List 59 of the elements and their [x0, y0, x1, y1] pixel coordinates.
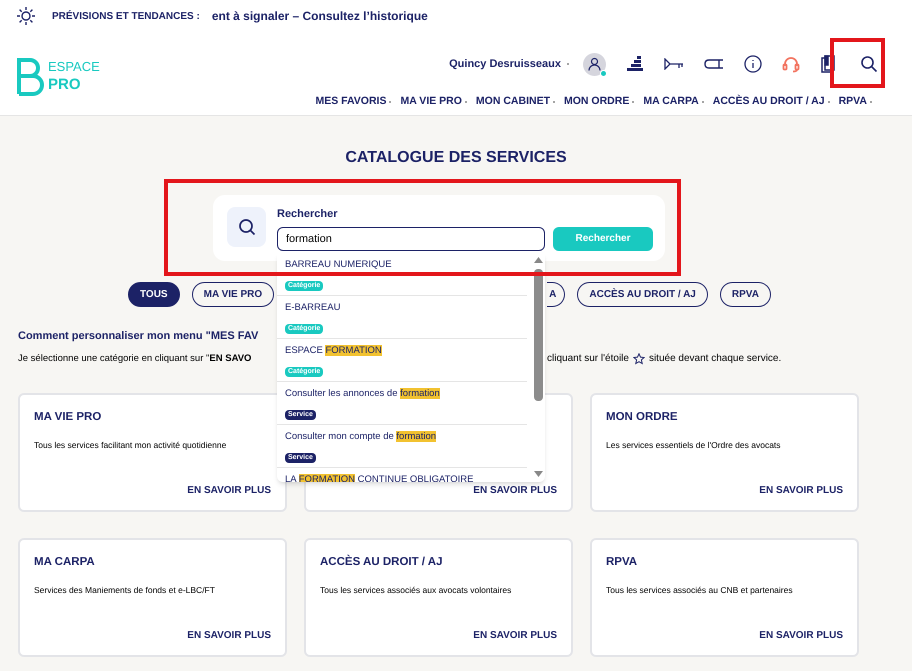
- card-title: RPVA: [606, 557, 638, 570]
- headset-icon[interactable]: [782, 55, 800, 73]
- card-title: MA CARPA: [34, 557, 96, 570]
- info-icon[interactable]: [744, 55, 762, 73]
- suggestion-item[interactable]: Consulter mon compte de formation: [285, 430, 527, 443]
- forecast-label: PRÉVISIONS ET TENDANCES :: [52, 9, 200, 24]
- search-label: Rechercher: [277, 207, 339, 222]
- card-title: MON ORDRE: [606, 412, 679, 426]
- suggestion-item[interactable]: Consulter les annonces de formation: [285, 387, 527, 400]
- key-icon[interactable]: [664, 58, 684, 70]
- nav-link[interactable]: MON ORDRE: [564, 94, 630, 110]
- card-description: Tous les services associés au CNB et partenaires: [606, 586, 794, 598]
- filter-tab[interactable]: ACCÈS AU DROIT / AJ: [577, 282, 708, 307]
- card-description: Tous les services associés aux avocats volontaires: [320, 586, 512, 598]
- help-text: cliquant sur l'étoile: [547, 352, 629, 366]
- more-link[interactable]: EN SAVOIR PLUS: [187, 628, 271, 644]
- filter-tab[interactable]: TOUS: [128, 282, 180, 307]
- nav-link[interactable]: MA VIE PRO: [400, 94, 462, 110]
- more-link[interactable]: EN SAVOIR PLUS: [473, 628, 557, 644]
- filter-tab[interactable]: A: [547, 282, 566, 307]
- caret-up-icon[interactable]: [534, 257, 543, 263]
- stairs-icon[interactable]: [626, 56, 644, 72]
- search-icon[interactable]: [860, 55, 878, 73]
- forecast-message[interactable]: ent à signaler – Consultez l’historique: [212, 7, 428, 25]
- more-link[interactable]: EN SAVOIR PLUS: [759, 628, 843, 644]
- search-field[interactable]: formation: [277, 226, 545, 250]
- sun-icon: [16, 6, 36, 26]
- suggestion-item[interactable]: BARREAU NUMERIQUE: [285, 258, 527, 271]
- filter-tab[interactable]: MA VIE PRO: [192, 282, 274, 307]
- documents-icon[interactable]: [820, 55, 836, 73]
- tag-icon[interactable]: [704, 58, 724, 70]
- help-text: Je sélectionne une catégorie en cliquant sur "EN SAVO: [18, 353, 252, 364]
- suggestion-item[interactable]: LA FORMATION CONTINUE OBLIGATOIRE: [285, 473, 527, 482]
- avatar[interactable]: [583, 52, 606, 76]
- more-link[interactable]: EN SAVOIR PLUS: [759, 483, 843, 498]
- user-name[interactable]: Quincy Desruisseaux: [449, 56, 561, 72]
- person-icon: [588, 57, 601, 71]
- more-link[interactable]: EN SAVOIR PLUS: [473, 483, 557, 498]
- nav-link[interactable]: MES FAVORIS: [315, 94, 386, 110]
- nav-link[interactable]: RPVA: [838, 94, 867, 110]
- nav-link[interactable]: ACCÈS AU DROIT / AJ: [712, 94, 825, 110]
- more-link[interactable]: EN SAVOIR PLUS: [187, 483, 271, 498]
- card-description: Tous les services facilitant mon activité quotidienne: [34, 441, 228, 452]
- help-text: située devant chaque service.: [648, 352, 782, 366]
- suggestion-item[interactable]: E-BARREAU: [285, 301, 527, 314]
- search-icon: [227, 207, 266, 247]
- caret-down-icon[interactable]: [534, 471, 543, 477]
- card-description: Les services essentiels de l'Ordre des avocats: [606, 441, 782, 452]
- help-heading: Comment personnaliser mon menu "MES FAV: [18, 331, 258, 342]
- page-title: CATALOGUE DES SERVICES: [344, 150, 568, 166]
- nav-link[interactable]: MA CARPA: [643, 94, 699, 110]
- suggestion-item[interactable]: ESPACE FORMATION: [285, 344, 527, 357]
- card-title: MA VIE PRO: [34, 412, 102, 426]
- card-description: Services des Maniements de fonds et e-LBC/FT: [34, 586, 216, 598]
- highlight-frame: [830, 38, 885, 88]
- nav-link[interactable]: MON CABINET: [476, 94, 550, 110]
- star-icon: [632, 352, 645, 365]
- filter-tab[interactable]: RPVA: [720, 282, 771, 307]
- card-title: ACCÈS AU DROIT / AJ: [320, 557, 444, 570]
